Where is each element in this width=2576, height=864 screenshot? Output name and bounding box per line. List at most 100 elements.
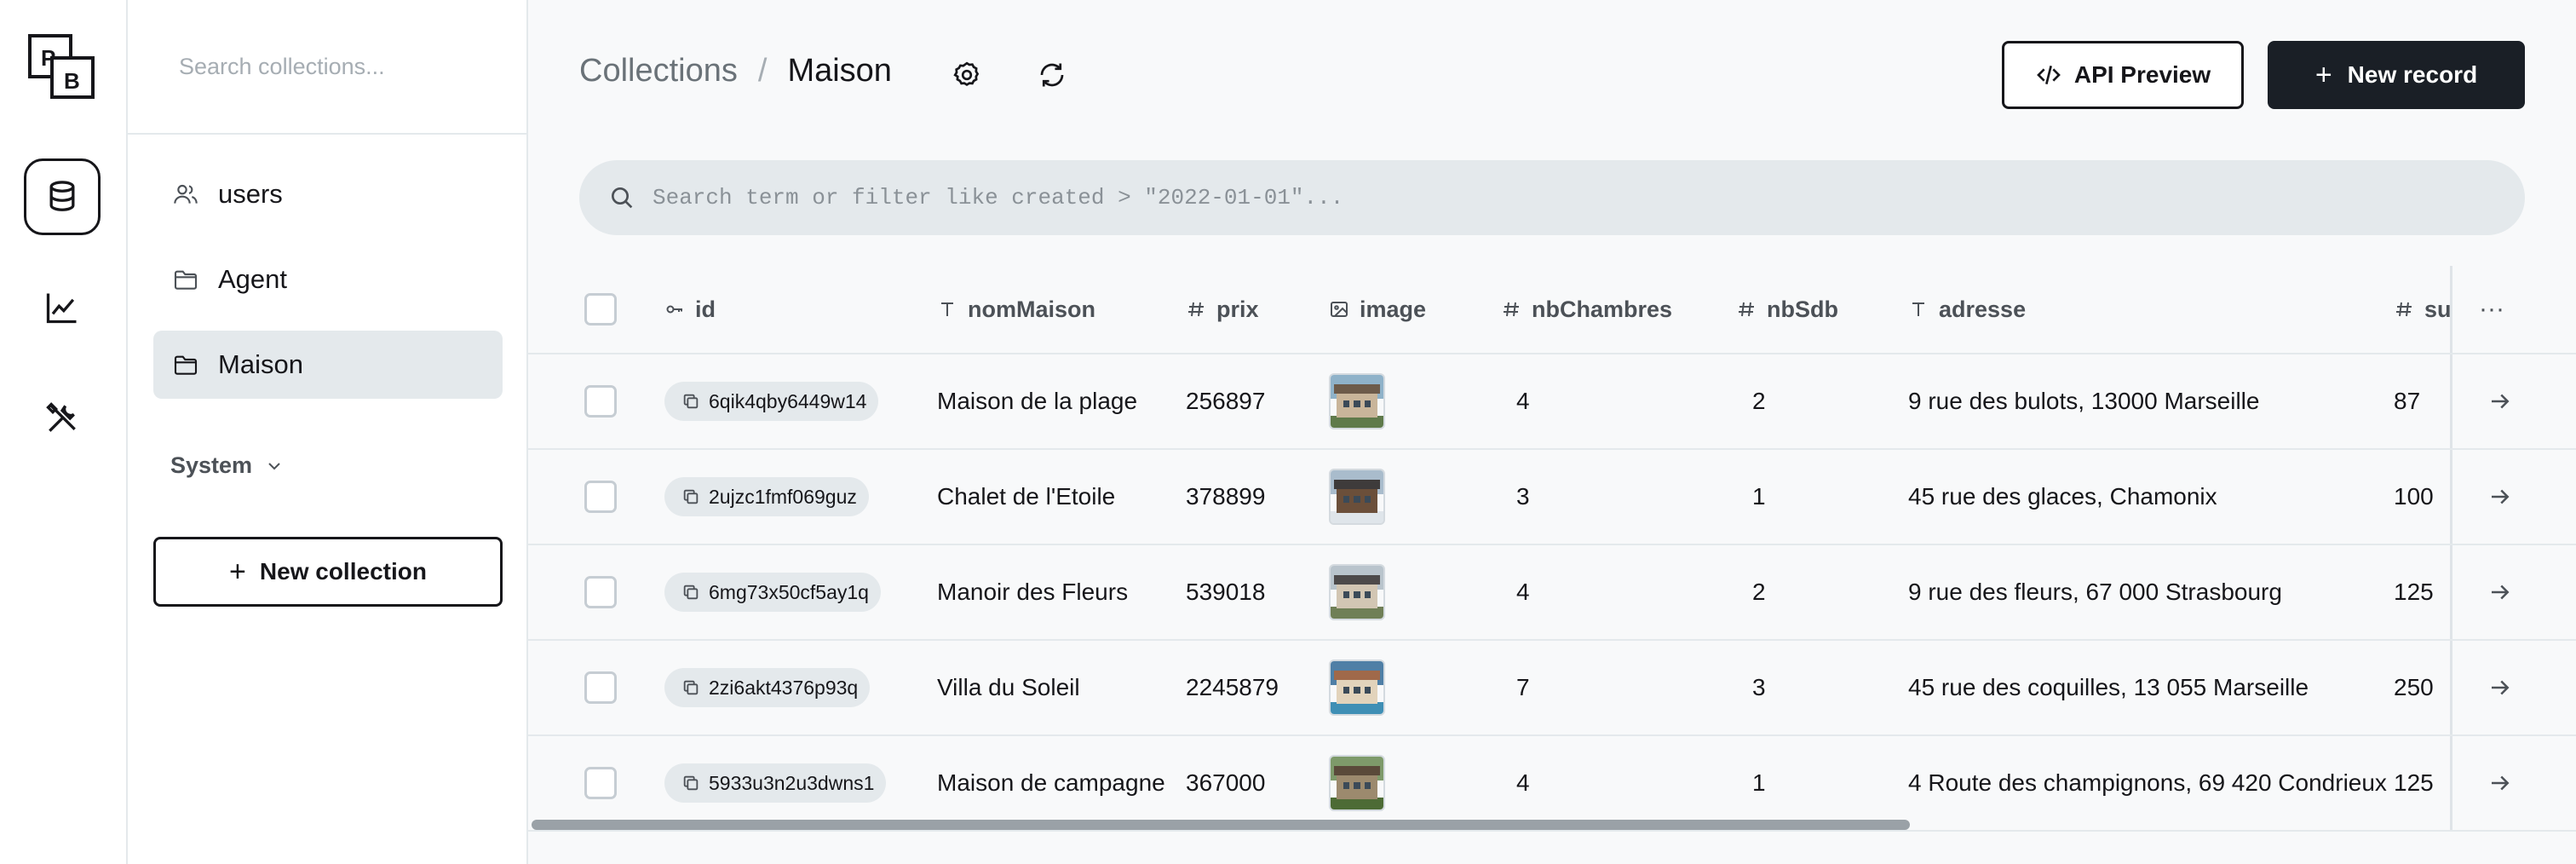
rail-collections-button[interactable] bbox=[24, 158, 101, 235]
hash-icon bbox=[1739, 302, 1754, 317]
new-record-button[interactable]: + New record bbox=[2268, 41, 2525, 109]
sidebar-item-label: users bbox=[218, 179, 283, 209]
system-collections-toggle[interactable]: System bbox=[162, 446, 293, 486]
record-id: 6qik4qby6449w14 bbox=[709, 389, 867, 412]
image-thumbnail[interactable] bbox=[1329, 564, 1385, 620]
collections-sidebar: users Agent Maison System + New collecti… bbox=[128, 0, 528, 864]
record-id-copy-button[interactable]: 5933u3n2u3dwns1 bbox=[664, 763, 887, 803]
image-icon bbox=[1331, 302, 1348, 317]
image-thumbnail[interactable] bbox=[1329, 469, 1385, 525]
refresh-icon bbox=[1040, 63, 1064, 87]
record-id-copy-button[interactable]: 6mg73x50cf5ay1q bbox=[664, 573, 881, 612]
hash-icon bbox=[1504, 302, 1519, 317]
arrow-right-icon bbox=[2492, 489, 2510, 504]
sticky-actions-column bbox=[2450, 450, 2576, 544]
select-all-checkbox[interactable] bbox=[584, 293, 617, 325]
image-thumbnail[interactable] bbox=[1329, 755, 1385, 811]
record-id-copy-button[interactable]: 6qik4qby6449w14 bbox=[664, 382, 879, 421]
cell-nbSdb: 2 bbox=[1752, 388, 1766, 414]
open-record-button[interactable] bbox=[2487, 450, 2513, 544]
svg-text:P: P bbox=[41, 45, 55, 71]
column-header-prix[interactable]: prix bbox=[1186, 266, 1259, 353]
open-record-button[interactable] bbox=[2487, 736, 2513, 830]
column-label: prix bbox=[1216, 296, 1259, 322]
open-record-button[interactable] bbox=[2487, 354, 2513, 448]
gear-icon bbox=[953, 61, 980, 86]
image-thumbnail[interactable] bbox=[1329, 660, 1385, 716]
cell-prix: 256897 bbox=[1186, 388, 1266, 414]
open-record-button[interactable] bbox=[2487, 641, 2513, 734]
cell-adresse: 45 rue des glaces, Chamonix bbox=[1908, 483, 2217, 510]
table-row[interactable]: 5933u3n2u3dwns1 Maison de campagne 36700… bbox=[528, 736, 2576, 832]
cell-nbChambres: 4 bbox=[1516, 769, 1530, 796]
column-header-nbChambres[interactable]: nbChambres bbox=[1501, 266, 1672, 353]
column-header-adresse[interactable]: adresse bbox=[1908, 266, 2026, 353]
cell-nbSdb: 1 bbox=[1752, 769, 1766, 796]
records-table: id nomMaison prix image nbChambres nbSdb… bbox=[528, 266, 2576, 838]
table-row[interactable]: 2zi6akt4376p93q Villa du Soleil 2245879 … bbox=[528, 641, 2576, 736]
cell-nomMaison: Maison de la plage bbox=[937, 388, 1138, 414]
column-header-image[interactable]: image bbox=[1329, 266, 1426, 353]
cell-su: 100 bbox=[2394, 483, 2434, 510]
breadcrumb-collections[interactable]: Collections bbox=[579, 53, 738, 89]
arrow-right-icon bbox=[2492, 585, 2510, 600]
cell-prix: 367000 bbox=[1186, 769, 1266, 796]
rail-logs-button[interactable] bbox=[24, 269, 101, 346]
sticky-actions-column bbox=[2450, 641, 2576, 734]
table-row[interactable]: 6qik4qby6449w14 Maison de la plage 25689… bbox=[528, 354, 2576, 450]
filter-input[interactable] bbox=[653, 185, 2484, 210]
cell-prix: 2245879 bbox=[1186, 674, 1279, 700]
new-collection-button[interactable]: + New collection bbox=[153, 537, 503, 607]
more-icon: ··· bbox=[2479, 295, 2504, 323]
sidebar-item-agent[interactable]: Agent bbox=[153, 245, 503, 314]
horizontal-scrollbar-thumb[interactable] bbox=[532, 820, 1910, 830]
open-record-button[interactable] bbox=[2487, 545, 2513, 639]
svg-text:B: B bbox=[64, 68, 80, 94]
column-label: image bbox=[1360, 296, 1427, 322]
arrow-right-icon bbox=[2492, 775, 2510, 791]
key-icon bbox=[666, 305, 682, 314]
column-header-nomMaison[interactable]: nomMaison bbox=[937, 266, 1095, 353]
arrow-right-icon bbox=[2492, 680, 2510, 695]
columns-menu-button[interactable]: ··· bbox=[2479, 266, 2504, 353]
column-label: su bbox=[2424, 296, 2452, 322]
row-checkbox[interactable] bbox=[584, 767, 617, 799]
row-checkbox[interactable] bbox=[584, 671, 617, 704]
cell-nbSdb: 2 bbox=[1752, 579, 1766, 605]
rail-settings-button[interactable] bbox=[24, 380, 101, 457]
cell-su: 87 bbox=[2394, 388, 2421, 414]
sidebar-item-maison[interactable]: Maison bbox=[153, 331, 503, 399]
record-id-copy-button[interactable]: 2zi6akt4376p93q bbox=[664, 668, 871, 707]
record-id: 2zi6akt4376p93q bbox=[709, 676, 859, 699]
plus-icon: + bbox=[2314, 58, 2332, 91]
column-header-su[interactable]: su bbox=[2394, 266, 2452, 353]
row-checkbox[interactable] bbox=[584, 576, 617, 608]
sidebar-item-users[interactable]: users bbox=[153, 160, 503, 228]
icon-rail: P B bbox=[0, 0, 128, 864]
search-collections-input[interactable] bbox=[179, 53, 503, 80]
sidebar-item-label: Maison bbox=[218, 349, 303, 379]
page-title: Maison bbox=[787, 53, 892, 89]
column-header-id[interactable]: id bbox=[664, 266, 716, 353]
table-row[interactable]: 2ujzc1fmf069guz Chalet de l'Etoile 37889… bbox=[528, 450, 2576, 545]
record-id-copy-button[interactable]: 2ujzc1fmf069guz bbox=[664, 477, 869, 516]
cell-su: 250 bbox=[2394, 674, 2434, 700]
column-label: id bbox=[695, 296, 716, 322]
cell-prix: 539018 bbox=[1186, 579, 1266, 605]
hash-icon bbox=[1188, 302, 1204, 317]
cell-nbSdb: 1 bbox=[1752, 483, 1766, 510]
row-checkbox[interactable] bbox=[584, 385, 617, 418]
image-thumbnail[interactable] bbox=[1329, 373, 1385, 429]
table-row[interactable]: 6mg73x50cf5ay1q Manoir des Fleurs 539018… bbox=[528, 545, 2576, 641]
cell-nbChambres: 7 bbox=[1516, 674, 1530, 700]
code-icon bbox=[2036, 66, 2061, 84]
sticky-actions-column bbox=[2450, 354, 2576, 448]
database-icon bbox=[49, 181, 75, 211]
api-preview-button[interactable]: API Preview bbox=[2002, 41, 2244, 109]
row-checkbox[interactable] bbox=[584, 481, 617, 513]
pocketbase-logo[interactable]: P B bbox=[28, 34, 96, 101]
record-id: 5933u3n2u3dwns1 bbox=[709, 771, 875, 794]
collection-settings-button[interactable] bbox=[948, 56, 986, 94]
column-header-nbSdb[interactable]: nbSdb bbox=[1736, 266, 1838, 353]
refresh-button[interactable] bbox=[1033, 56, 1071, 94]
